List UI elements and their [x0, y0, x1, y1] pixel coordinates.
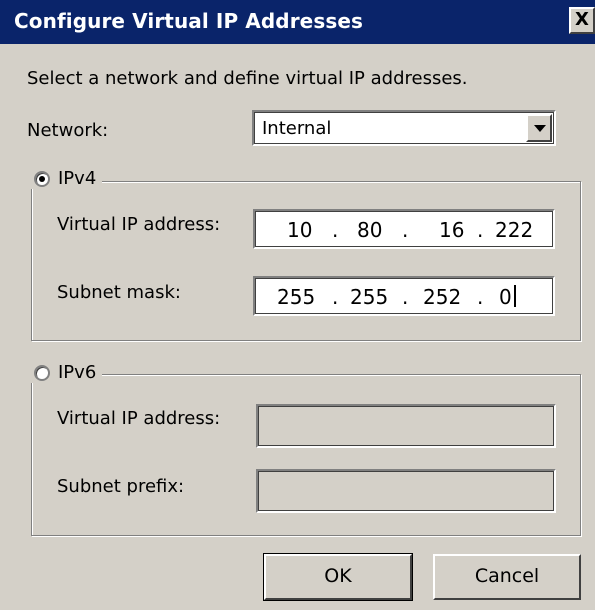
ipv4-subnet-mask-label: Subnet mask: [57, 282, 181, 303]
ipv6-label: IPv6 [58, 362, 97, 383]
close-icon: X [575, 9, 589, 30]
ip-octet-2: 80 [357, 218, 383, 242]
chevron-down-icon [534, 125, 546, 132]
ipv6-radio[interactable] [34, 364, 50, 381]
ipv6-virtual-ip-field[interactable] [256, 404, 556, 448]
ipv4-label: IPv4 [58, 168, 97, 189]
radio-selected-dot [39, 175, 45, 182]
ip-dot-3: . [477, 218, 484, 242]
cancel-button[interactable]: Cancel [433, 554, 581, 600]
network-select[interactable]: Internal [252, 110, 556, 146]
ipv6-subnet-prefix-label: Subnet prefix: [57, 476, 185, 497]
ip-dot-1: . [332, 218, 339, 242]
ok-button[interactable]: OK [263, 553, 413, 601]
ipv4-subnet-mask-field[interactable]: 255 . 255 . 252 . 0 [253, 276, 555, 316]
mask-dot-1: . [332, 285, 339, 309]
mask-dot-2: . [402, 285, 409, 309]
text-caret [514, 285, 516, 307]
ipv4-radio[interactable] [34, 170, 50, 187]
ipv6-legend: IPv6 [30, 362, 103, 383]
mask-octet-1: 255 [277, 285, 316, 309]
ip-octet-3: 16 [439, 218, 465, 242]
ip-dot-2: . [402, 218, 409, 242]
ipv4-group [31, 181, 581, 341]
mask-octet-3: 252 [423, 285, 462, 309]
mask-octet-4: 0 [499, 285, 512, 309]
mask-dot-3: . [477, 285, 484, 309]
close-button[interactable]: X [569, 7, 595, 34]
ipv4-virtual-ip-field[interactable]: 10 . 80 . 16 . 222 [253, 209, 555, 249]
ip-octet-4: 222 [495, 218, 534, 242]
ipv6-virtual-ip-label: Virtual IP address: [57, 408, 221, 429]
title-bar: Configure Virtual IP Addresses X [0, 0, 595, 44]
mask-octet-2: 255 [350, 285, 389, 309]
intro-text: Select a network and define virtual IP a… [27, 68, 468, 89]
window-title: Configure Virtual IP Addresses [14, 9, 363, 33]
ip-octet-1: 10 [287, 218, 313, 242]
ipv6-subnet-prefix-field[interactable] [256, 469, 556, 513]
network-label: Network: [27, 120, 109, 141]
network-selected-value: Internal [262, 118, 332, 139]
network-dropdown-button[interactable] [526, 114, 552, 142]
ipv4-virtual-ip-label: Virtual IP address: [57, 214, 221, 235]
ipv4-legend: IPv4 [30, 168, 103, 189]
